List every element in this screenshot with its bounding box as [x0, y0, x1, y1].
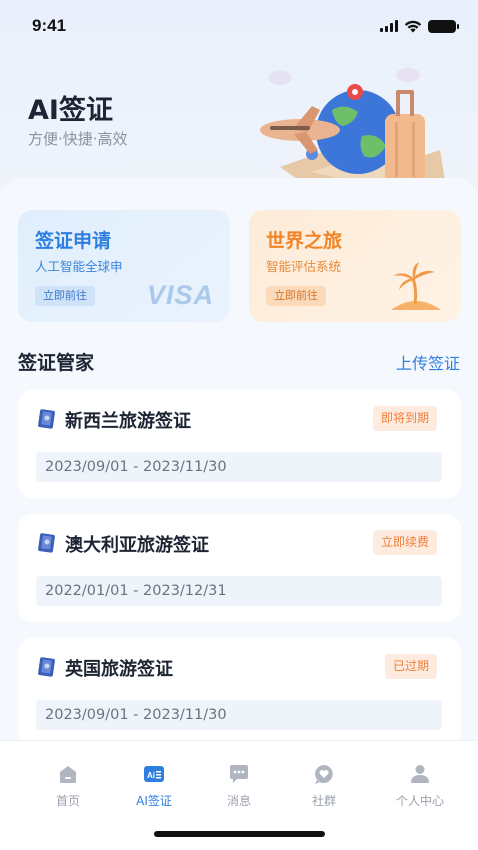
page-subtitle: 方便·快捷·高效: [28, 130, 128, 148]
home-indicator: [154, 831, 325, 837]
tab-label: 社群: [311, 794, 336, 808]
visa-item[interactable]: 英国旅游签证 已过期 2023/09/01 - 2023/11/30: [18, 638, 461, 746]
status-icons: [380, 19, 459, 33]
tab-ai-visa[interactable]: Ai AI签证: [114, 763, 194, 809]
passport-icon: [38, 409, 55, 429]
home-icon: [60, 766, 76, 783]
status-time: 9:41: [32, 16, 67, 35]
tab-label: 个人中心: [395, 794, 444, 808]
visa-name: 澳大利亚旅游签证: [65, 535, 209, 556]
travel-illustration: [260, 68, 445, 190]
tab-label: 消息: [226, 794, 251, 808]
visa-item[interactable]: 澳大利亚旅游签证 立即续费 2022/01/01 - 2023/12/31: [18, 514, 461, 622]
page-title: AI签证: [28, 95, 113, 126]
card-subtitle: 智能评估系统: [266, 259, 342, 274]
visa-logo: VISA: [146, 280, 214, 310]
battery-icon: [428, 19, 459, 33]
message-icon: [230, 765, 248, 783]
tab-label: AI签证: [136, 794, 172, 808]
passport-icon: [38, 657, 55, 677]
world-travel-card[interactable]: 世界之旅 智能评估系统 立即前往: [249, 210, 461, 322]
tab-community[interactable]: 社群: [284, 763, 364, 809]
visa-name: 英国旅游签证: [65, 659, 173, 680]
wifi-icon: [404, 20, 422, 32]
profile-icon: [411, 765, 429, 783]
tab-label: 首页: [55, 794, 80, 808]
visa-name: 新西兰旅游签证: [65, 411, 191, 432]
svg-text:Ai: Ai: [147, 771, 155, 780]
community-icon: [315, 765, 333, 784]
tab-messages[interactable]: 消息: [199, 763, 279, 809]
tab-home[interactable]: 首页: [28, 763, 108, 809]
tab-profile[interactable]: 个人中心: [380, 763, 460, 809]
signal-icon: [380, 20, 398, 32]
card-subtitle: 人工智能全球申: [35, 259, 123, 274]
visa-dates: 2023/09/01 - 2023/11/30: [36, 700, 442, 730]
visa-apply-go-button[interactable]: 立即前往: [35, 286, 95, 306]
passport-icon: [38, 533, 55, 553]
upload-visa-link[interactable]: 上传签证: [396, 350, 460, 374]
visa-apply-card[interactable]: 签证申请 人工智能全球申 立即前往 VISA: [18, 210, 230, 322]
status-badge: 已过期: [384, 654, 437, 679]
status-badge: 即将到期: [372, 406, 437, 431]
world-travel-go-button[interactable]: 立即前往: [266, 286, 326, 306]
visa-item[interactable]: 新西兰旅游签证 即将到期 2023/09/01 - 2023/11/30: [18, 390, 461, 498]
ai-visa-icon: Ai: [144, 766, 164, 782]
palm-island-icon: [391, 262, 441, 310]
section-title: 签证管家: [18, 352, 95, 374]
status-bar: 9:41: [0, 0, 478, 52]
visa-dates: 2023/09/01 - 2023/11/30: [36, 452, 442, 482]
visa-dates: 2022/01/01 - 2023/12/31: [36, 576, 442, 606]
status-badge: 立即续费: [372, 530, 437, 555]
card-title: 签证申请: [35, 230, 112, 252]
card-title: 世界之旅: [266, 230, 343, 252]
